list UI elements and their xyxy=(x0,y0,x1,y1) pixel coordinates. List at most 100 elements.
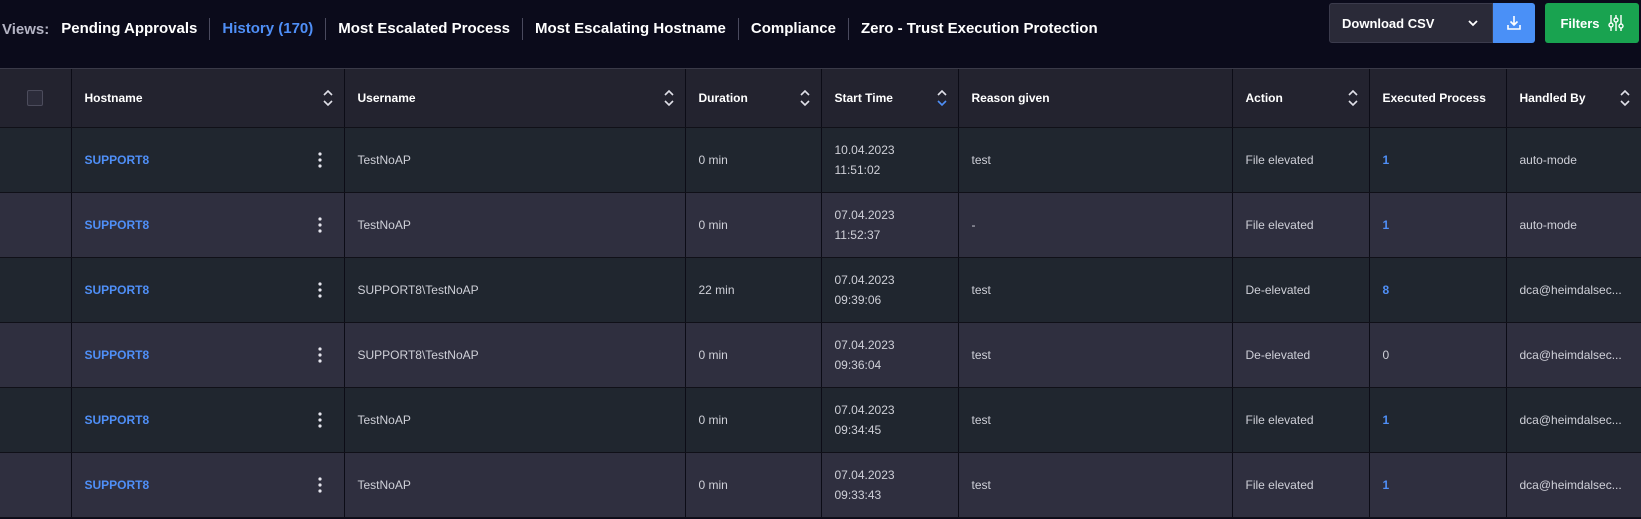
start-date: 07.04.2023 xyxy=(834,402,895,417)
col-handled-by-label: Handled By xyxy=(1519,90,1586,105)
col-duration-label: Duration xyxy=(698,90,748,105)
hostname-cell[interactable]: SUPPORT8 xyxy=(71,257,345,323)
col-hostname[interactable]: Hostname xyxy=(71,69,345,128)
tab-most-escalated-process[interactable]: Most Escalated Process xyxy=(325,18,522,40)
duration-cell: 0 min xyxy=(685,192,822,258)
duration-cell: 0 min xyxy=(685,452,822,518)
start-date: 07.04.2023 xyxy=(834,272,895,287)
download-csv-select[interactable]: Download CSV xyxy=(1329,3,1493,43)
duration-cell: 0 min xyxy=(685,387,822,453)
col-start-time[interactable]: Start Time xyxy=(821,69,959,128)
handled-by-cell: auto-mode xyxy=(1506,127,1641,193)
hostname-link[interactable]: SUPPORT8 xyxy=(85,413,150,427)
executed-process-cell[interactable]: 8 xyxy=(1369,257,1507,323)
table-row[interactable]: SUPPORT8 TestNoAP 0 min 10.04.2023 11:51:02 t… xyxy=(0,127,1641,193)
start-time-cell: 10.04.2023 11:51:02 xyxy=(821,127,959,193)
table-row[interactable]: SUPPORT8 TestNoAP 0 min 07.04.2023 09:34:45 t… xyxy=(0,387,1641,453)
row-select-cell xyxy=(0,387,72,453)
col-action[interactable]: Action xyxy=(1232,69,1370,128)
start-clock: 11:52:37 xyxy=(834,227,881,242)
start-time-cell: 07.04.2023 09:39:06 xyxy=(821,257,959,323)
row-select-cell xyxy=(0,257,72,323)
start-clock: 09:39:06 xyxy=(834,292,882,307)
username-cell: TestNoAP xyxy=(344,452,686,518)
duration-cell: 0 min xyxy=(685,322,822,388)
col-reason-given: Reason given xyxy=(958,69,1233,128)
more-options-icon[interactable] xyxy=(317,150,322,170)
hostname-cell[interactable]: SUPPORT8 xyxy=(71,322,345,388)
executed-process-cell[interactable]: 1 xyxy=(1369,387,1507,453)
tab-compliance[interactable]: Compliance xyxy=(737,18,848,40)
download-button[interactable] xyxy=(1493,3,1535,43)
col-executed-process-label: Executed Process xyxy=(1382,90,1486,105)
executed-process-cell[interactable]: 1 xyxy=(1369,192,1507,258)
start-time-cell: 07.04.2023 09:34:45 xyxy=(821,387,959,453)
table-header-row: Hostname Username Duration Start Time Re… xyxy=(0,69,1641,128)
row-select-cell xyxy=(0,452,72,518)
col-handled-by[interactable]: Handled By xyxy=(1506,69,1641,128)
table-row[interactable]: SUPPORT8 TestNoAP 0 min 07.04.2023 11:52:37 -… xyxy=(0,192,1641,258)
start-time-cell: 07.04.2023 09:33:43 xyxy=(821,452,959,518)
select-all-header xyxy=(0,69,72,128)
col-hostname-label: Hostname xyxy=(84,90,143,105)
action-cell: File elevated xyxy=(1232,452,1370,518)
tab-zero-trust-execution-protection[interactable]: Zero - Trust Execution Protection xyxy=(847,18,1110,40)
table-body: SUPPORT8 TestNoAP 0 min 10.04.2023 11:51:02 t… xyxy=(0,127,1641,518)
more-options-icon[interactable] xyxy=(317,345,322,365)
hostname-link[interactable]: SUPPORT8 xyxy=(85,348,150,362)
hostname-link[interactable]: SUPPORT8 xyxy=(85,478,150,492)
views-nav: Views: Pending Approvals History (170) M… xyxy=(2,18,1110,40)
hostname-cell[interactable]: SUPPORT8 xyxy=(71,452,345,518)
table-row[interactable]: SUPPORT8 SUPPORT8\TestNoAP 22 min 07.04.202… xyxy=(0,257,1641,323)
sort-icon xyxy=(1619,89,1630,107)
start-date: 07.04.2023 xyxy=(834,337,895,352)
tab-pending-approvals[interactable]: Pending Approvals xyxy=(61,18,209,40)
action-cell: De-elevated xyxy=(1232,322,1370,388)
filters-label: Filters xyxy=(1560,15,1600,31)
more-options-icon[interactable] xyxy=(317,280,322,300)
download-icon xyxy=(1507,16,1521,30)
more-options-icon[interactable] xyxy=(317,475,322,495)
executed-process-cell: 0 xyxy=(1369,322,1507,388)
col-duration[interactable]: Duration xyxy=(685,69,822,128)
sort-desc-icon xyxy=(936,89,947,107)
tab-history[interactable]: History (170) xyxy=(209,18,325,40)
table-row[interactable]: SUPPORT8 SUPPORT8\TestNoAP 0 min 07.04.2023… xyxy=(0,322,1641,388)
action-cell: File elevated xyxy=(1232,127,1370,193)
sort-icon xyxy=(322,89,333,107)
table-row[interactable]: SUPPORT8 TestNoAP 0 min 07.04.2023 09:33:43 t… xyxy=(0,452,1641,518)
col-executed-process: Executed Process xyxy=(1369,69,1507,128)
username-cell: TestNoAP xyxy=(344,387,686,453)
download-csv-label: Download CSV xyxy=(1342,15,1435,31)
handled-by-cell: dca@heimdalsec... xyxy=(1506,322,1641,388)
top-bar: Views: Pending Approvals History (170) M… xyxy=(0,0,1641,62)
col-reason-given-label: Reason given xyxy=(971,90,1050,105)
handled-by-cell: dca@heimdalsec... xyxy=(1506,387,1641,453)
hostname-link[interactable]: SUPPORT8 xyxy=(85,283,150,297)
executed-process-cell[interactable]: 1 xyxy=(1369,127,1507,193)
handled-by-cell: dca@heimdalsec... xyxy=(1506,452,1641,518)
reason-cell: test xyxy=(958,257,1233,323)
hostname-cell[interactable]: SUPPORT8 xyxy=(71,127,345,193)
reason-cell: test xyxy=(958,387,1233,453)
more-options-icon[interactable] xyxy=(317,215,322,235)
tab-most-escalating-hostname[interactable]: Most Escalating Hostname xyxy=(522,18,738,40)
sort-icon xyxy=(799,89,810,107)
download-csv-group: Download CSV xyxy=(1329,3,1535,43)
username-cell: SUPPORT8\TestNoAP xyxy=(344,322,686,388)
executed-process-cell[interactable]: 1 xyxy=(1369,452,1507,518)
history-table-container: Hostname Username Duration Start Time Re… xyxy=(0,68,1641,519)
hostname-cell[interactable]: SUPPORT8 xyxy=(71,192,345,258)
action-cell: File elevated xyxy=(1232,387,1370,453)
col-username[interactable]: Username xyxy=(344,69,686,128)
start-date: 07.04.2023 xyxy=(834,467,895,482)
username-cell: TestNoAP xyxy=(344,127,686,193)
filters-button[interactable]: Filters xyxy=(1545,3,1639,43)
more-options-icon[interactable] xyxy=(317,410,322,430)
hostname-link[interactable]: SUPPORT8 xyxy=(85,218,150,232)
hostname-link[interactable]: SUPPORT8 xyxy=(85,153,150,167)
handled-by-cell: auto-mode xyxy=(1506,192,1641,258)
hostname-cell[interactable]: SUPPORT8 xyxy=(71,387,345,453)
reason-cell: test xyxy=(958,127,1233,193)
select-all-checkbox[interactable] xyxy=(27,89,44,106)
